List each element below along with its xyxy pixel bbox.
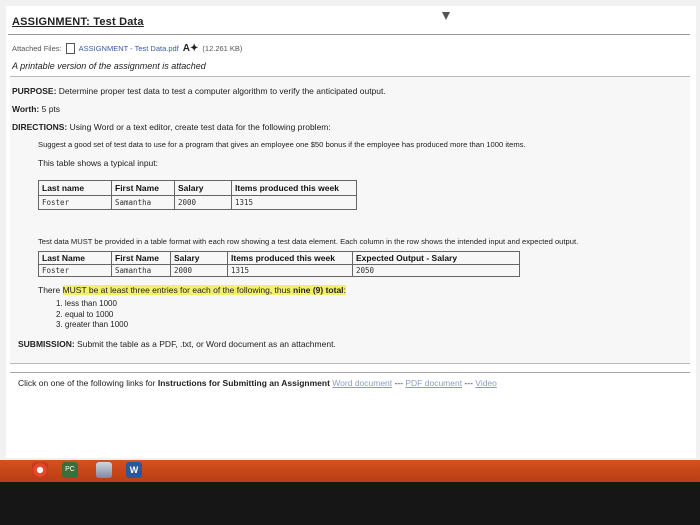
worth-label: Worth: bbox=[12, 104, 40, 114]
table-header: Items produced this week bbox=[227, 251, 353, 265]
accessibility-alternative-icon[interactable]: A✦ bbox=[183, 43, 199, 54]
table-header: Salary bbox=[174, 180, 232, 196]
browser-screen: ASSIGNMENT: Test Data Attached Files: AS… bbox=[0, 0, 700, 460]
list-item: 3. greater than 1000 bbox=[56, 320, 129, 329]
table-intro: This table shows a typical input: bbox=[38, 158, 159, 168]
divider bbox=[10, 372, 690, 373]
table-row: Foster Samantha 2000 1315 bbox=[38, 195, 357, 210]
table-header-row: Last Name First Name Salary Items produc… bbox=[38, 251, 520, 265]
table-cell: Samantha bbox=[111, 195, 175, 210]
file-icon bbox=[65, 43, 75, 54]
table-header: First Name bbox=[111, 251, 171, 265]
table-cell: Samantha bbox=[111, 264, 171, 277]
pc-icon[interactable]: PC bbox=[62, 462, 78, 478]
requirement-line: There MUST be at least three entries for… bbox=[38, 285, 346, 295]
file-explorer-icon[interactable] bbox=[96, 462, 112, 478]
table-header: Last name bbox=[38, 180, 112, 196]
table-header: Last Name bbox=[38, 251, 112, 265]
list-item: 1. less than 1000 bbox=[56, 299, 117, 308]
directions-line: DIRECTIONS: Using Word or a text editor,… bbox=[12, 122, 331, 132]
submission-line: SUBMISSION: Submit the table as a PDF, .… bbox=[18, 339, 336, 349]
assignment-title: ASSIGNMENT: Test Data bbox=[12, 16, 144, 28]
expected-output-table: Last Name First Name Salary Items produc… bbox=[38, 251, 520, 277]
purpose-text: Determine proper test data to test a com… bbox=[58, 86, 386, 96]
table-cell: 2000 bbox=[174, 195, 232, 210]
table-cell: 2000 bbox=[170, 264, 228, 277]
table-cell: 1315 bbox=[227, 264, 353, 277]
directions-text: Using Word or a text editor, create test… bbox=[69, 122, 331, 132]
mouse-cursor-icon bbox=[442, 12, 450, 20]
requirement-bold: nine (9) total bbox=[293, 285, 344, 295]
divider bbox=[8, 34, 690, 35]
separator: --- bbox=[392, 378, 406, 388]
typical-input-table: Last name First Name Salary Items produc… bbox=[38, 180, 357, 210]
separator: --- bbox=[462, 378, 476, 388]
table-cell: Foster bbox=[38, 195, 112, 210]
requirement-highlight: MUST be at least three entries for each … bbox=[62, 285, 293, 295]
requirement-suffix: : bbox=[343, 285, 346, 295]
worth-text: 5 pts bbox=[41, 104, 61, 114]
table-row: Foster Samantha 2000 1315 2050 bbox=[38, 264, 520, 277]
monitor-bezel bbox=[0, 482, 700, 525]
word-document-link[interactable]: Word document bbox=[332, 378, 392, 388]
purpose-line: PURPOSE: Determine proper test data to t… bbox=[12, 86, 386, 96]
purpose-label: PURPOSE: bbox=[12, 86, 57, 96]
submission-instructions-footer: Click on one of the following links for … bbox=[18, 378, 497, 388]
attached-files-row: Attached Files: ASSIGNMENT - Test Data.p… bbox=[12, 43, 242, 54]
attached-files-label: Attached Files: bbox=[12, 44, 62, 53]
table-cell: 2050 bbox=[352, 264, 520, 277]
table-cell: Foster bbox=[38, 264, 112, 277]
test-case-list: 1. less than 1000 2. equal to 1000 3. gr… bbox=[56, 299, 128, 331]
table-header: First Name bbox=[111, 180, 175, 196]
table-header: Expected Output - Salary bbox=[352, 251, 520, 265]
attachment-link[interactable]: ASSIGNMENT - Test Data.pdf bbox=[79, 44, 179, 53]
word-icon[interactable]: W bbox=[126, 462, 142, 478]
assignment-description: A printable version of the assignment is… bbox=[12, 61, 206, 71]
video-link[interactable]: Video bbox=[475, 378, 497, 388]
table-header-row: Last name First Name Salary Items produc… bbox=[38, 180, 357, 196]
footer-bold: Instructions for Submitting an Assignmen… bbox=[157, 378, 330, 388]
worth-line: Worth: 5 pts bbox=[12, 104, 60, 114]
requirement-prefix: There bbox=[38, 285, 63, 295]
footer-text: Click on one of the following links for bbox=[18, 378, 158, 388]
table-cell: 1315 bbox=[231, 195, 357, 210]
list-item: 2. equal to 1000 bbox=[56, 309, 114, 319]
table-header: Salary bbox=[170, 251, 228, 265]
problem-statement: Suggest a good set of test data to use f… bbox=[38, 140, 526, 149]
submission-text: Submit the table as a PDF, .txt, or Word… bbox=[77, 339, 336, 349]
file-size: (12.261 KB) bbox=[202, 44, 243, 53]
chrome-icon[interactable] bbox=[32, 462, 48, 478]
directions-label: DIRECTIONS: bbox=[12, 122, 68, 132]
pdf-document-link[interactable]: PDF document bbox=[405, 378, 462, 388]
table-header: Items produced this week bbox=[231, 180, 357, 196]
table-format-instructions: Test data MUST be provided in a table fo… bbox=[38, 237, 579, 246]
submission-label: SUBMISSION: bbox=[18, 339, 75, 349]
